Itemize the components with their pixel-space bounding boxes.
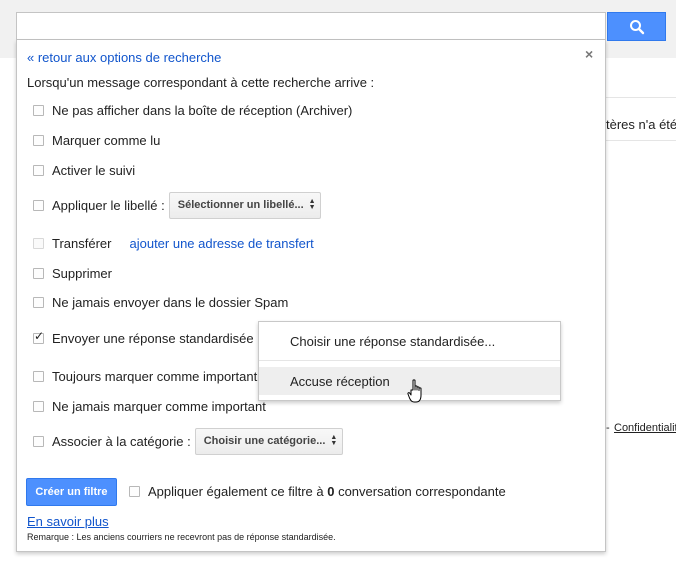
canned-response-checkbox[interactable]: ✓: [33, 329, 44, 344]
search-input[interactable]: [16, 12, 606, 40]
option-label: Associer à la catégorie :: [52, 433, 191, 449]
back-to-search-options-link[interactable]: « retour aux options de recherche: [27, 50, 221, 65]
label-select[interactable]: Sélectionner un libellé... ▲ ▼: [168, 191, 321, 219]
option-star: Activer le suivi: [33, 160, 135, 180]
option-never-important: Ne jamais marquer comme important: [33, 396, 266, 416]
forward-checkbox[interactable]: [33, 237, 44, 249]
option-apply-label: Appliquer le libellé : Sélectionner un l…: [33, 191, 321, 219]
menu-item-choose-canned[interactable]: Choisir une réponse standardisée...: [259, 327, 560, 355]
option-label: Envoyer une réponse standardisée :: [52, 330, 261, 346]
option-label: Supprimer: [52, 265, 112, 281]
apply-to-existing-option: Appliquer également ce filtre à 0 conver…: [129, 481, 506, 501]
background-divider: [606, 97, 676, 98]
option-label: Appliquer le libellé :: [52, 197, 165, 213]
learn-more-link[interactable]: En savoir plus: [27, 514, 109, 529]
category-select-value: Choisir une catégorie...: [203, 435, 326, 447]
option-label: Marquer comme lu: [52, 132, 161, 148]
hand-cursor-icon: [407, 379, 422, 403]
delete-checkbox[interactable]: [33, 267, 44, 279]
select-arrows-icon: ▲ ▼: [308, 198, 316, 211]
category-select[interactable]: Choisir une catégorie... ▲ ▼: [194, 427, 343, 455]
filter-panel: « retour aux options de recherche × Lors…: [16, 40, 606, 552]
select-arrows-icon: ▲ ▼: [330, 434, 338, 447]
add-forwarding-address-link[interactable]: ajouter une adresse de transfert: [129, 236, 313, 251]
menu-separator: [259, 360, 560, 361]
option-label: Activer le suivi: [52, 162, 136, 178]
filter-intro-text: Lorsqu'un message correspondant à cette …: [27, 75, 375, 90]
label-select-value: Sélectionner un libellé...: [177, 199, 304, 211]
background-divider: [606, 140, 676, 141]
apply-existing-checkbox[interactable]: [129, 485, 140, 497]
star-checkbox[interactable]: [33, 164, 44, 176]
search-button[interactable]: [607, 12, 666, 41]
background-partial-text: tères n'a été: [606, 117, 676, 132]
search-icon: [629, 19, 644, 34]
never-spam-checkbox[interactable]: [33, 296, 44, 308]
always-important-checkbox[interactable]: [33, 370, 44, 382]
option-label: Ne jamais envoyer dans le dossier Spam: [52, 294, 289, 310]
option-label: Toujours marquer comme important: [52, 368, 258, 384]
close-icon[interactable]: ×: [585, 46, 593, 62]
mark-read-checkbox[interactable]: [33, 134, 44, 146]
remark-text: Remarque : Les anciens courriers ne rece…: [27, 532, 336, 542]
option-label: Ne pas afficher dans la boîte de récepti…: [52, 102, 353, 118]
option-canned-response: ✓ Envoyer une réponse standardisée :: [33, 328, 271, 348]
create-filter-button[interactable]: Créer un filtre: [26, 478, 117, 506]
option-delete: Supprimer: [33, 263, 112, 283]
apply-existing-label: Appliquer également ce filtre à 0 conver…: [148, 483, 506, 499]
footer-separator: -: [606, 422, 610, 434]
option-label: Ne jamais marquer comme important: [52, 398, 266, 414]
option-mark-read: Marquer comme lu: [33, 130, 160, 150]
privacy-link[interactable]: Confidentialité: [614, 422, 676, 434]
category-checkbox[interactable]: [33, 435, 44, 447]
option-archive: Ne pas afficher dans la boîte de récepti…: [33, 100, 352, 120]
option-category: Associer à la catégorie : Choisir une ca…: [33, 427, 343, 455]
option-label: Transférer: [52, 235, 112, 251]
never-important-checkbox[interactable]: [33, 400, 44, 412]
option-forward: Transférer ajouter une adresse de transf…: [33, 233, 314, 253]
apply-label-checkbox[interactable]: [33, 199, 44, 211]
option-never-spam: Ne jamais envoyer dans le dossier Spam: [33, 292, 288, 312]
option-always-important: Toujours marquer comme important: [33, 366, 257, 386]
checkmark-icon: ✓: [34, 328, 45, 343]
archive-checkbox[interactable]: [33, 104, 44, 116]
